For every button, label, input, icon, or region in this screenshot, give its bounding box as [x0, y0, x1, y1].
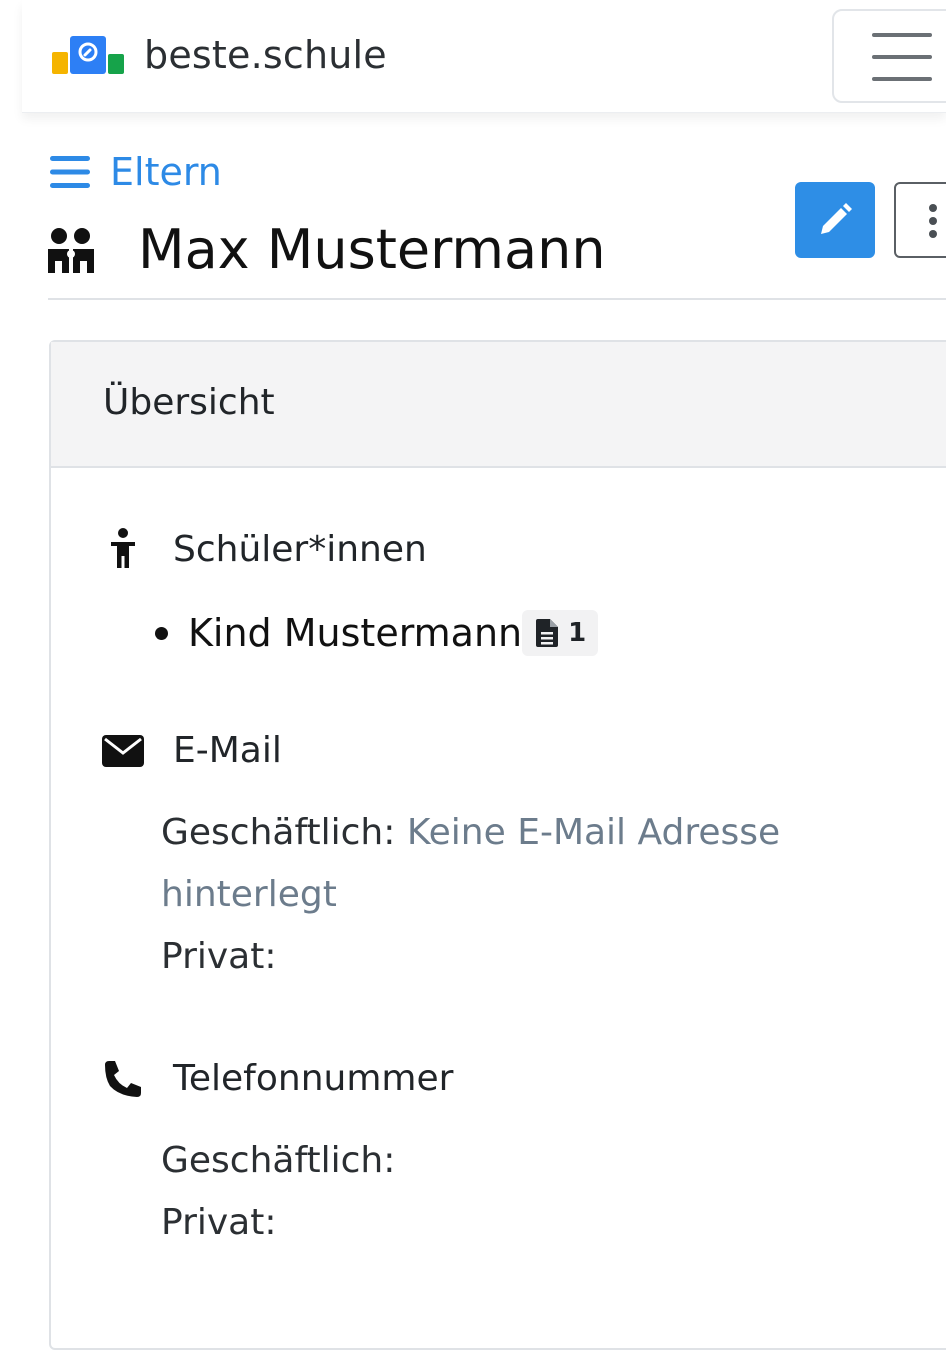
students-label: Schüler*innen [173, 528, 427, 570]
vertical-dots-icon [929, 204, 937, 212]
email-private-label: Privat: [161, 936, 277, 977]
email-business-label: Geschäftlich: [161, 812, 396, 853]
breadcrumb-label: Eltern [110, 150, 222, 194]
list-icon [50, 156, 90, 188]
hamburger-menu-icon [872, 33, 932, 37]
phone-section-heading: Telefonnummer [101, 1058, 453, 1099]
phone-private-label: Privat: [161, 1202, 277, 1243]
brand-name: beste.schule [144, 33, 387, 77]
hamburger-menu-button[interactable] [832, 9, 946, 103]
students-section-heading: Schüler*innen [101, 528, 427, 570]
top-navbar: beste.schule [22, 0, 946, 113]
page-title: Max Mustermann [48, 218, 606, 281]
child-icon [111, 528, 135, 568]
file-icon [536, 619, 559, 647]
envelope-icon [102, 734, 144, 767]
document-count-badge[interactable]: 1 [522, 610, 599, 656]
email-business-value: Keine E-Mail Adresse [406, 812, 781, 853]
child-name-link[interactable]: Kind Mustermann [188, 611, 522, 655]
list-item[interactable]: Kind Mustermann 1 [155, 610, 599, 656]
document-count: 1 [568, 618, 587, 648]
brand-link[interactable]: beste.schule [50, 30, 387, 80]
title-divider [48, 298, 946, 300]
beste-schule-logo [50, 30, 126, 80]
card-header: Übersicht [51, 342, 946, 468]
card-header-title: Übersicht [103, 382, 275, 423]
breadcrumb-eltern-link[interactable]: Eltern [50, 150, 222, 194]
bullet [155, 626, 168, 640]
more-options-button[interactable] [894, 182, 946, 258]
overview-card: Übersicht Schüler*innen Kind Mustermann … [49, 340, 946, 1350]
phone-business-label: Geschäftlich: [161, 1140, 396, 1181]
phone-icon [105, 1060, 141, 1097]
parent-name-heading: Max Mustermann [138, 218, 606, 281]
people-icon [48, 227, 94, 273]
pencil-icon [821, 203, 852, 234]
edit-button[interactable] [795, 182, 875, 258]
phone-label: Telefonnummer [173, 1058, 454, 1099]
email-label: E-Mail [173, 730, 282, 771]
email-section-heading: E-Mail [101, 730, 282, 771]
email-business-value-continued: hinterlegt [161, 874, 337, 915]
email-business-line: Geschäftlich: Keine E-Mail Adresse [161, 812, 780, 853]
